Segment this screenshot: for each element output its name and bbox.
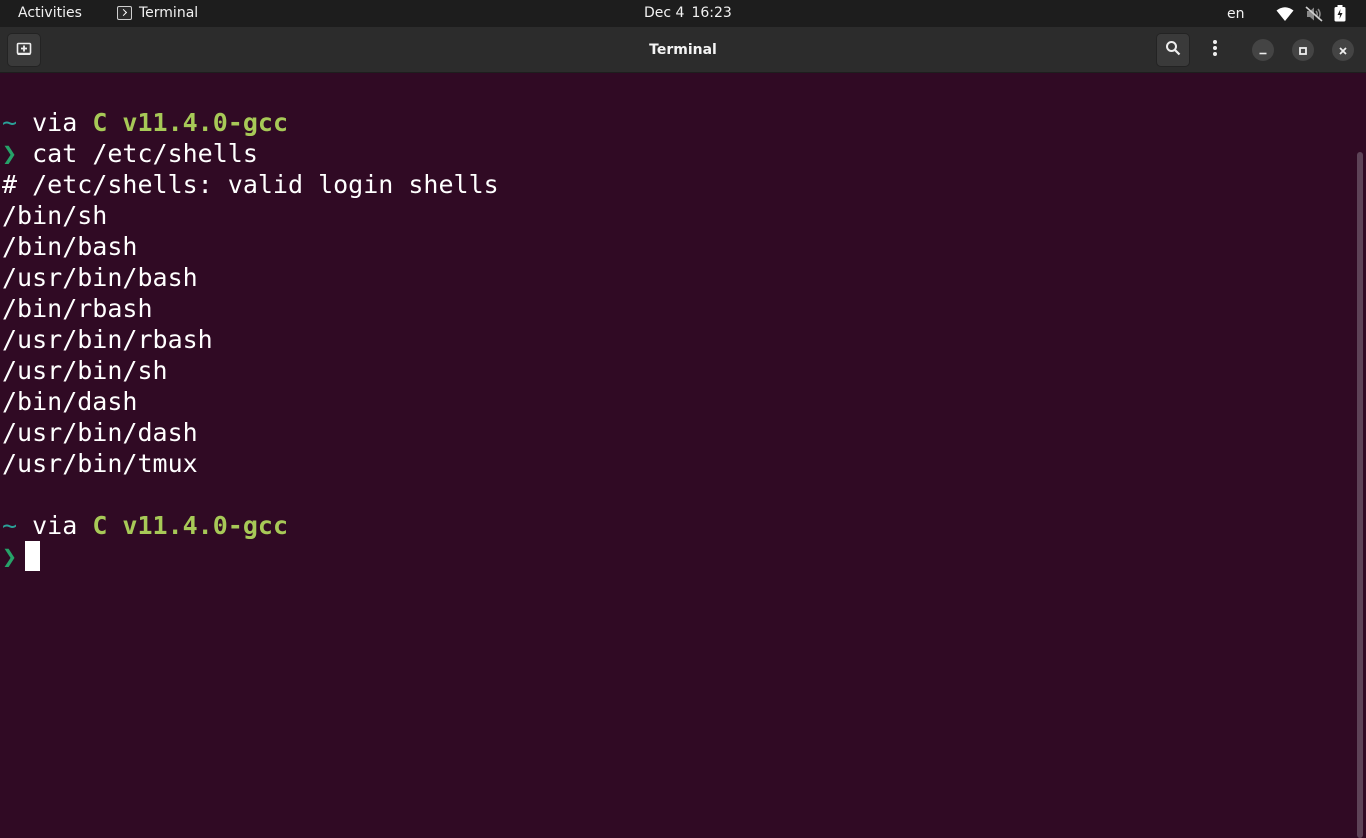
prompt-language: C v11.4.0-gcc [92, 511, 288, 540]
terminal-view[interactable]: ~ via C v11.4.0-gcc ❯ cat /etc/shells # … [0, 74, 1366, 838]
command-line: ❯ cat /etc/shells [2, 138, 258, 169]
output-line: /usr/bin/rbash [2, 325, 213, 354]
minimize-button[interactable] [1252, 39, 1274, 61]
output-line: /bin/sh [2, 201, 108, 230]
clock-date: Dec 4 [644, 5, 685, 21]
output-line: /usr/bin/dash [2, 418, 198, 447]
activities-button[interactable]: Activities [18, 5, 82, 21]
output-line: /usr/bin/bash [2, 263, 198, 292]
scrollbar[interactable] [1357, 152, 1363, 838]
battery-icon [1334, 5, 1346, 22]
keyboard-layout-indicator[interactable]: en [1227, 6, 1245, 22]
prompt-line: ~ via C v11.4.0-gcc [2, 107, 288, 138]
output-line: /bin/dash [2, 387, 138, 416]
command-text: cat /etc/shells [17, 139, 258, 168]
output-line: # /etc/shells: valid login shells [2, 170, 499, 199]
terminal-app-icon [117, 6, 132, 20]
prompt-path: ~ [2, 108, 18, 137]
wifi-icon [1276, 6, 1294, 22]
sound-muted-icon [1305, 5, 1323, 22]
main-menu-button[interactable] [1198, 33, 1232, 67]
prompt-arrow: ❯ [2, 542, 18, 571]
prompt-via: via [17, 108, 93, 137]
top-bar: Activities Terminal Dec 4 16:23 en [0, 0, 1366, 27]
output-line: /bin/rbash [2, 294, 153, 323]
clock[interactable]: Dec 4 16:23 [644, 5, 732, 21]
output-line: /usr/bin/sh [2, 356, 168, 385]
text-cursor [25, 541, 41, 571]
close-button[interactable] [1332, 39, 1354, 61]
prompt-arrow: ❯ [2, 139, 18, 168]
prompt-language: C v11.4.0-gcc [92, 108, 288, 137]
window-header-bar: Terminal [0, 27, 1366, 73]
clock-time: 16:23 [691, 5, 732, 21]
output-line: /usr/bin/tmux [2, 449, 198, 478]
app-menu-label: Terminal [139, 5, 199, 21]
input-line[interactable]: ❯ [2, 541, 41, 572]
app-menu[interactable]: Terminal [117, 5, 198, 21]
prompt-via: via [17, 511, 93, 540]
maximize-icon [1298, 41, 1308, 60]
maximize-button[interactable] [1292, 39, 1314, 61]
close-icon [1338, 41, 1348, 60]
minimize-icon [1258, 41, 1268, 60]
search-icon [1165, 40, 1181, 60]
system-tray[interactable] [1276, 5, 1346, 22]
prompt-path: ~ [2, 511, 18, 540]
output-line: /bin/bash [2, 232, 138, 261]
search-button[interactable] [1156, 33, 1190, 67]
kebab-menu-icon [1212, 39, 1218, 61]
prompt-line: ~ via C v11.4.0-gcc [2, 510, 288, 541]
